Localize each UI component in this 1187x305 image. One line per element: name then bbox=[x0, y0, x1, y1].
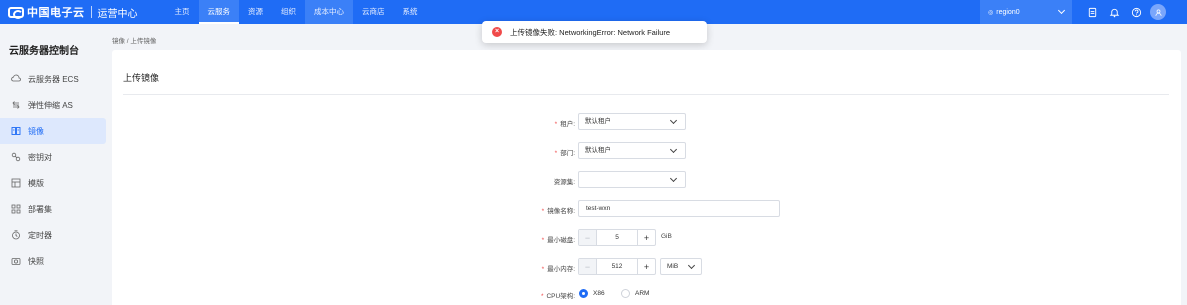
main-nav: 主页 云服务 资源 组织 成本中心 云商店 系统 bbox=[166, 0, 427, 24]
min-memory-stepper[interactable]: − 512 + bbox=[578, 258, 656, 275]
sidebar-item-ecs[interactable]: 云服务器 ECS bbox=[0, 66, 106, 92]
nav-cloud-store[interactable]: 云商店 bbox=[353, 0, 394, 24]
cloud-server-icon bbox=[10, 73, 22, 85]
radio-label: ARM bbox=[635, 290, 650, 297]
brand-logo[interactable]: 中国电子云 运营中心 bbox=[8, 0, 138, 24]
sidebar-item-label: 弹性伸缩 AS bbox=[28, 100, 73, 110]
chevron-down-icon bbox=[669, 174, 678, 183]
cpu-arch-label: * CPU架构: bbox=[540, 293, 575, 300]
page-title: 上传镜像 bbox=[123, 73, 160, 83]
resource-set-label: 资源集: bbox=[553, 179, 575, 186]
radio-label: X86 bbox=[593, 290, 605, 297]
template-icon bbox=[10, 177, 22, 189]
tenant-value: 默认租户 bbox=[585, 118, 611, 125]
nav-system[interactable]: 系统 bbox=[394, 0, 427, 24]
resource-set-select[interactable] bbox=[578, 171, 686, 188]
deploy-set-icon bbox=[10, 203, 22, 215]
title-divider bbox=[123, 94, 1169, 95]
sidebar: 云服务器控制台 云服务器 ECS 弹性伸缩 AS 镜像 密钥对 模版 部署集 定… bbox=[0, 24, 112, 305]
sidebar-item-label: 部署集 bbox=[28, 204, 52, 214]
error-toast: × 上传镜像失败: NetworkingError: Network Failu… bbox=[482, 21, 707, 43]
cpu-arch-arm-radio[interactable]: ARM bbox=[621, 289, 649, 298]
increment-button[interactable]: + bbox=[637, 259, 655, 274]
nav-home[interactable]: 主页 bbox=[166, 0, 199, 24]
min-memory-value[interactable]: 512 bbox=[597, 259, 637, 274]
upload-image-card: 上传镜像 * 租户: 默认租户 * 部门: 默认租户 资源集: * 镜像名称: tes… bbox=[112, 50, 1181, 305]
location-icon: ◎ bbox=[988, 9, 994, 16]
image-icon bbox=[10, 125, 22, 137]
sidebar-item-timer[interactable]: 定时器 bbox=[0, 222, 106, 248]
region-selector[interactable]: ◎ region0 bbox=[980, 0, 1072, 24]
sidebar-item-label: 模版 bbox=[28, 178, 44, 188]
min-disk-stepper[interactable]: − 5 + bbox=[578, 229, 656, 246]
department-value: 默认租户 bbox=[585, 147, 611, 154]
sidebar-item-label: 快照 bbox=[28, 256, 44, 266]
radio-checked-icon bbox=[579, 289, 588, 298]
nav-cloud-service[interactable]: 云服务 bbox=[198, 0, 239, 24]
department-select[interactable]: 默认租户 bbox=[578, 142, 686, 159]
department-label: * 部门: bbox=[554, 150, 575, 157]
error-circle-icon: × bbox=[492, 27, 502, 37]
nav-organization[interactable]: 组织 bbox=[272, 0, 305, 24]
sidebar-item-template[interactable]: 模版 bbox=[0, 170, 106, 196]
min-disk-value[interactable]: 5 bbox=[597, 230, 637, 245]
nav-resources[interactable]: 资源 bbox=[239, 0, 272, 24]
chevron-down-icon bbox=[1057, 6, 1066, 15]
region-label: region0 bbox=[996, 8, 1020, 16]
decrement-button[interactable]: − bbox=[579, 259, 597, 274]
sidebar-title: 云服务器控制台 bbox=[9, 46, 79, 57]
document-icon[interactable] bbox=[1082, 0, 1102, 24]
radio-unchecked-icon bbox=[621, 289, 630, 298]
image-name-input[interactable]: test-wxn bbox=[578, 200, 780, 217]
bell-icon[interactable] bbox=[1104, 0, 1124, 24]
sidebar-item-snapshot[interactable]: 快照 bbox=[0, 248, 106, 274]
user-avatar-icon[interactable] bbox=[1150, 4, 1166, 20]
sidebar-item-label: 云服务器 ECS bbox=[28, 74, 79, 84]
sidebar-item-deploy-set[interactable]: 部署集 bbox=[0, 196, 106, 222]
timer-icon bbox=[10, 229, 22, 241]
key-pair-icon bbox=[10, 151, 22, 163]
tenant-select[interactable]: 默认租户 bbox=[578, 113, 686, 130]
cec-logo-icon bbox=[8, 6, 24, 19]
tenant-label: * 租户: bbox=[554, 121, 575, 128]
image-name-label: * 镜像名称: bbox=[541, 208, 575, 215]
cpu-arch-x86-radio[interactable]: X86 bbox=[579, 289, 605, 298]
chevron-down-icon bbox=[669, 145, 678, 154]
help-icon[interactable] bbox=[1126, 0, 1146, 24]
sidebar-item-label: 定时器 bbox=[28, 230, 52, 240]
chevron-down-icon bbox=[669, 116, 678, 125]
toast-message: 上传镜像失败: NetworkingError: Network Failure bbox=[510, 27, 671, 37]
logo-divider bbox=[90, 6, 92, 18]
min-disk-label: * 最小磁盘: bbox=[541, 237, 575, 244]
sidebar-item-image[interactable]: 镜像 bbox=[0, 118, 106, 144]
sidebar-item-as[interactable]: 弹性伸缩 AS bbox=[0, 92, 106, 118]
min-disk-unit: GiB bbox=[661, 233, 672, 240]
sidebar-item-keypair[interactable]: 密钥对 bbox=[0, 144, 106, 170]
snapshot-icon bbox=[10, 255, 22, 267]
breadcrumb[interactable]: 镜像 / 上传镜像 bbox=[112, 35, 156, 45]
min-memory-label: * 最小内存: bbox=[541, 266, 575, 273]
memory-unit-select[interactable]: MiB bbox=[660, 258, 702, 275]
chevron-down-icon bbox=[687, 261, 696, 270]
sidebar-item-label: 镜像 bbox=[28, 126, 44, 136]
top-right-icons bbox=[1080, 0, 1166, 24]
logo-text: 中国电子云 bbox=[27, 7, 85, 19]
memory-unit-value: MiB bbox=[667, 263, 679, 270]
sidebar-item-label: 密钥对 bbox=[28, 152, 52, 162]
decrement-button[interactable]: − bbox=[579, 230, 597, 245]
scaling-icon bbox=[10, 99, 22, 111]
nav-cost-center[interactable]: 成本中心 bbox=[305, 0, 353, 24]
increment-button[interactable]: + bbox=[637, 230, 655, 245]
ops-center-title: 运营中心 bbox=[97, 8, 138, 20]
